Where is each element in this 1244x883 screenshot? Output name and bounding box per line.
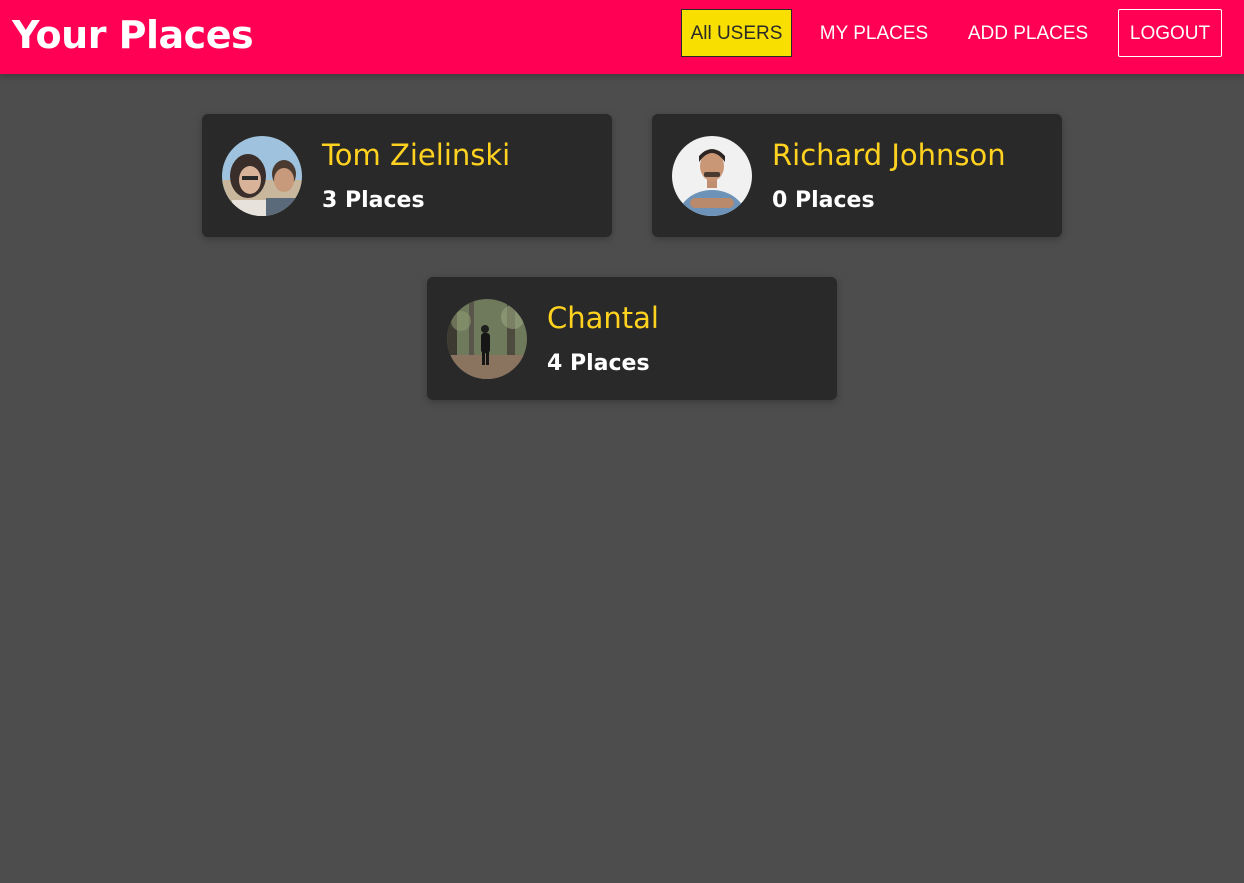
- user-card-tom-zielinski[interactable]: Tom Zielinski 3 Places: [202, 114, 612, 237]
- nav-my-places[interactable]: MY PLACES: [810, 9, 938, 57]
- nav-all-users[interactable]: All USERS: [681, 9, 792, 57]
- place-count: 3 Places: [322, 188, 425, 213]
- user-card-chantal[interactable]: Chantal 4 Places: [427, 277, 837, 400]
- user-avatar: [672, 136, 752, 216]
- logout-button[interactable]: LOGOUT: [1118, 9, 1222, 57]
- user-card-richard-johnson[interactable]: Richard Johnson 0 Places: [652, 114, 1062, 237]
- user-photo-forest-icon: [447, 299, 527, 379]
- user-name: Tom Zielinski: [322, 138, 511, 172]
- user-photo-man-icon: [672, 136, 752, 216]
- main-header: Your Places All USERS MY PLACES ADD PLAC…: [0, 0, 1244, 74]
- app-title-link[interactable]: Your Places: [12, 10, 254, 60]
- user-name: Richard Johnson: [772, 138, 1006, 172]
- place-count: 4 Places: [547, 351, 650, 376]
- nav-add-places[interactable]: ADD PLACES: [956, 9, 1100, 57]
- user-photo-couple-icon: [222, 136, 302, 216]
- place-count: 0 Places: [772, 188, 875, 213]
- user-avatar: [222, 136, 302, 216]
- user-name: Chantal: [547, 301, 659, 335]
- user-avatar: [447, 299, 527, 379]
